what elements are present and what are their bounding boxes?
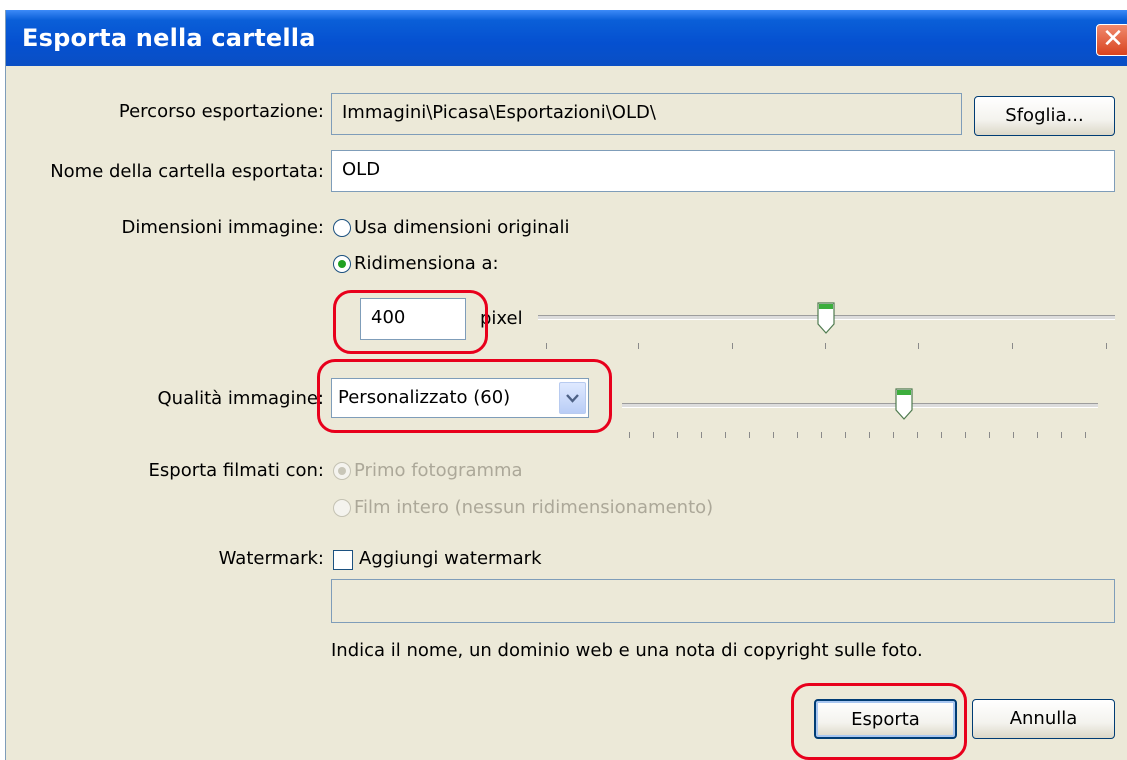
- highlight-quality: [317, 359, 612, 433]
- watermark-label: Watermark:: [218, 548, 324, 569]
- image-size-label: Dimensioni immagine:: [121, 217, 324, 238]
- radio-original-size[interactable]: [333, 219, 351, 237]
- watermark-checkbox-label[interactable]: Aggiungi watermark: [359, 548, 542, 569]
- highlight-export: [791, 683, 967, 760]
- image-quality-label: Qualità immagine:: [157, 388, 325, 409]
- watermark-text-field: [331, 579, 1115, 623]
- radio-resize-label[interactable]: Ridimensiona a:: [354, 253, 499, 274]
- highlight-pixel-size: [333, 290, 488, 354]
- folder-name-label: Nome della cartella esportata:: [50, 161, 324, 182]
- export-dialog: Esporta nella cartella ✕ Percorso esport…: [5, 10, 1127, 760]
- radio-full-movie-label: Film intero (nessun ridimensionamento): [354, 497, 714, 518]
- export-path-label: Percorso esportazione:: [118, 101, 324, 122]
- browse-button[interactable]: Sfoglia...: [974, 96, 1115, 136]
- export-path-field: Immagini\Picasa\Esportazioni\OLD\: [331, 93, 962, 135]
- folder-name-input[interactable]: OLD: [331, 150, 1115, 192]
- close-icon: ✕: [1102, 24, 1124, 54]
- quality-slider-thumb[interactable]: [894, 388, 914, 420]
- quality-slider-track[interactable]: [622, 403, 1098, 408]
- size-slider-thumb[interactable]: [816, 302, 836, 334]
- radio-first-frame: [333, 462, 351, 480]
- close-button[interactable]: ✕: [1096, 24, 1127, 56]
- watermark-hint: Indica il nome, un dominio web e una not…: [331, 640, 923, 661]
- cancel-button[interactable]: Annulla: [972, 699, 1115, 739]
- radio-original-size-label[interactable]: Usa dimensioni originali: [354, 217, 570, 238]
- export-movies-label: Esporta filmati con:: [148, 460, 324, 481]
- title-bar[interactable]: Esporta nella cartella ✕: [6, 10, 1127, 66]
- watermark-checkbox[interactable]: [333, 550, 353, 570]
- radio-full-movie: [333, 499, 351, 517]
- dialog-title: Esporta nella cartella: [22, 24, 316, 52]
- radio-first-frame-label: Primo fotogramma: [354, 460, 523, 481]
- radio-resize[interactable]: [333, 255, 351, 273]
